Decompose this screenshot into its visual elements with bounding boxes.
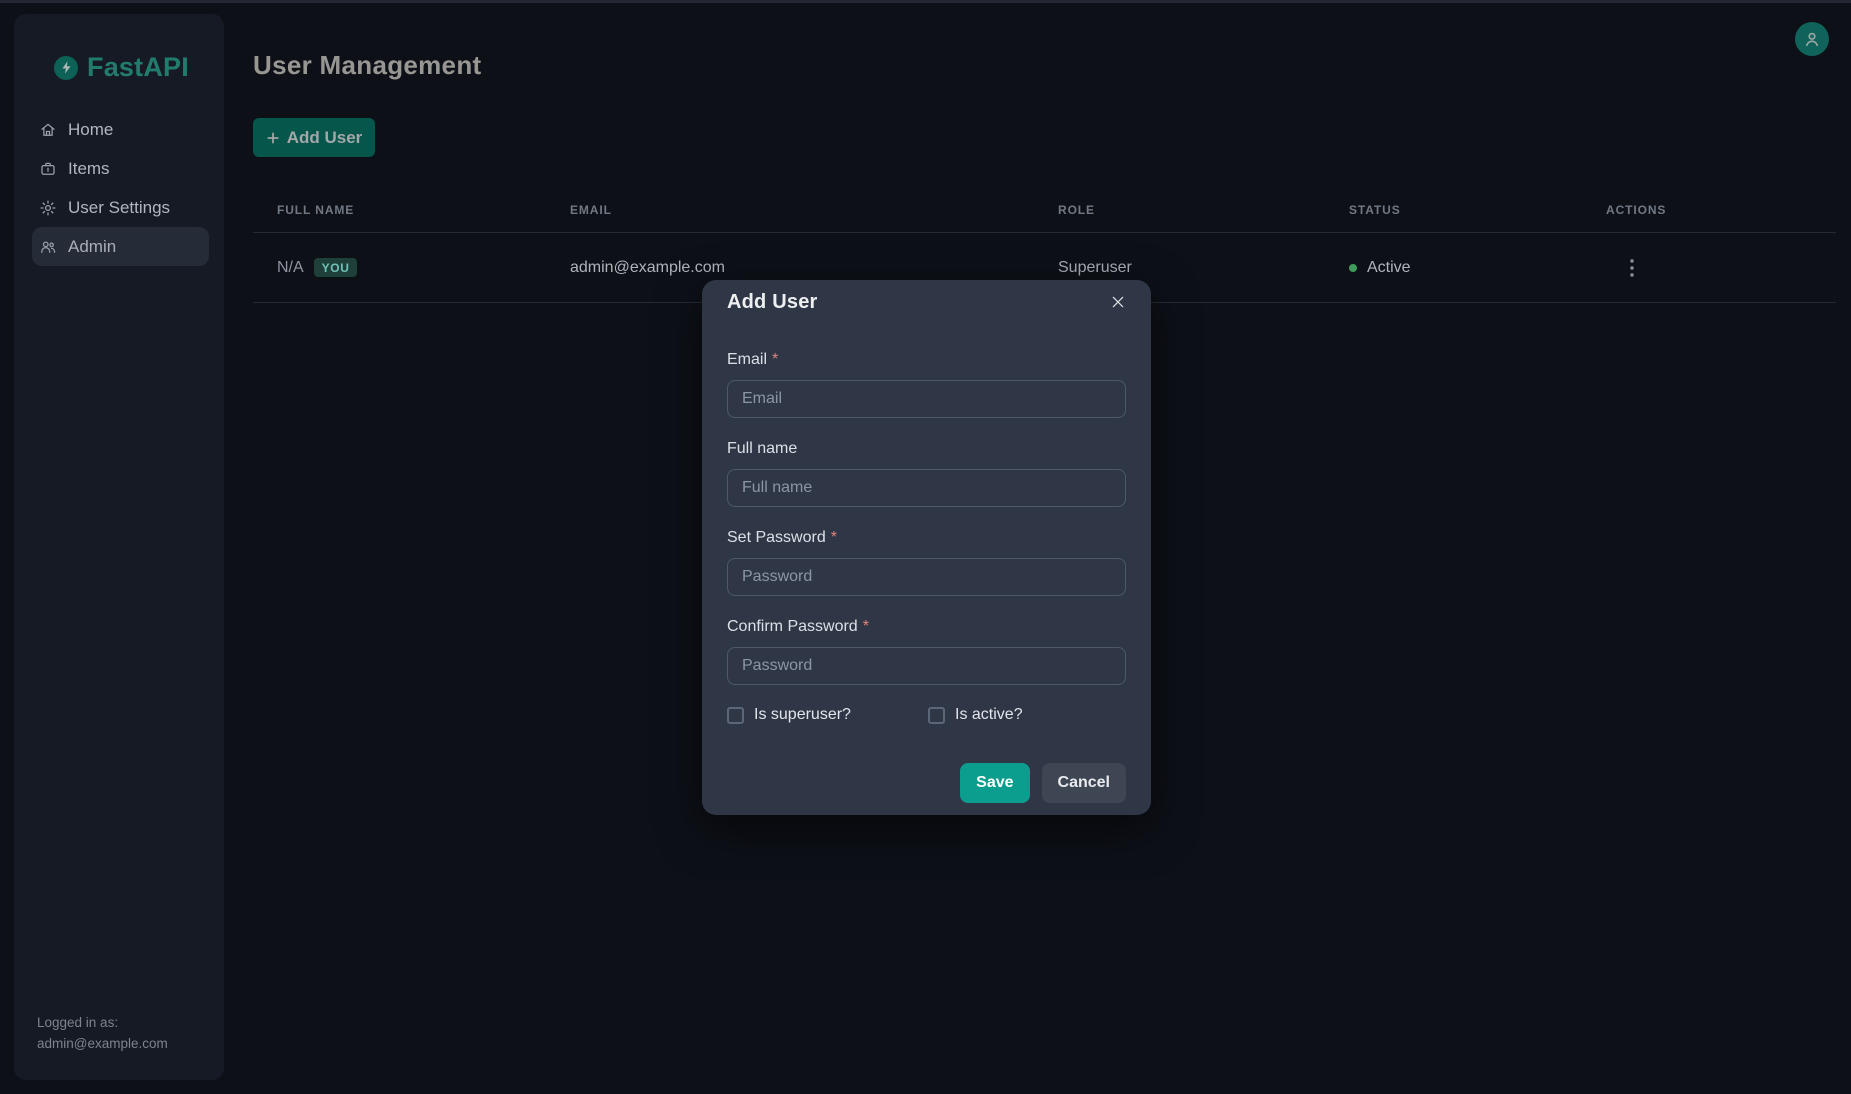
- email-field-group: Email *: [727, 350, 1126, 418]
- logged-in-info: Logged in as: admin@example.com: [37, 1012, 168, 1054]
- set-password-field-label: Set Password *: [727, 528, 1126, 548]
- add-user-button-label: Add User: [287, 128, 363, 148]
- column-header-actions: Actions: [1582, 203, 1836, 217]
- cell-full-name: N/A YOU: [253, 258, 546, 277]
- home-icon: [39, 121, 57, 139]
- page-title: User Management: [253, 50, 481, 81]
- lightning-bolt-icon: [54, 56, 78, 80]
- logged-in-email: admin@example.com: [37, 1033, 168, 1054]
- full-name-field[interactable]: [727, 469, 1126, 507]
- column-header-role: Role: [1034, 203, 1325, 217]
- sidebar-item-items[interactable]: Items: [32, 149, 209, 188]
- cell-role: Superuser: [1034, 259, 1325, 277]
- add-user-button[interactable]: Add User: [253, 118, 375, 157]
- is-superuser-checkbox[interactable]: Is superuser?: [727, 706, 928, 724]
- set-password-field-group: Set Password *: [727, 528, 1126, 596]
- required-marker: *: [831, 529, 837, 546]
- table-header-row: Full Name Email Role Status Actions: [253, 188, 1836, 233]
- add-user-modal: Add User Email * Full name Set Password * …: [702, 280, 1151, 815]
- sidebar-item-admin[interactable]: Admin: [32, 227, 209, 266]
- column-header-full-name: Full Name: [253, 203, 546, 217]
- modal-footer: Save Cancel: [727, 763, 1126, 803]
- sidebar-item-label: User Settings: [68, 198, 170, 218]
- row-actions-menu-button[interactable]: [1626, 255, 1638, 281]
- users-icon: [39, 238, 57, 256]
- sidebar-nav: Home Items User Settings: [14, 110, 224, 266]
- checkbox-icon: [928, 707, 945, 724]
- set-password-field[interactable]: [727, 558, 1126, 596]
- status-dot: [1349, 264, 1357, 272]
- person-icon: [1802, 29, 1822, 49]
- user-avatar-button[interactable]: [1795, 22, 1829, 56]
- field-label-text: Confirm Password: [727, 618, 858, 635]
- confirm-password-field[interactable]: [727, 647, 1126, 685]
- save-button[interactable]: Save: [960, 763, 1029, 803]
- modal-title: Add User: [727, 291, 818, 314]
- full-name-field-label: Full name: [727, 439, 1126, 459]
- plus-icon: [266, 131, 280, 145]
- column-header-status: Status: [1325, 203, 1582, 217]
- is-active-label: Is active?: [955, 706, 1023, 724]
- sidebar-item-user-settings[interactable]: User Settings: [32, 188, 209, 227]
- close-icon[interactable]: [1110, 293, 1128, 311]
- sidebar-item-home[interactable]: Home: [32, 110, 209, 149]
- window-top-border: [0, 0, 1851, 3]
- full-name-field-group: Full name: [727, 439, 1126, 507]
- add-user-form: Email * Full name Set Password * Confirm P…: [727, 350, 1126, 803]
- required-marker: *: [772, 351, 778, 368]
- gear-icon: [39, 199, 57, 217]
- email-field-label: Email *: [727, 350, 1126, 370]
- sidebar-item-label: Admin: [68, 237, 116, 257]
- cell-actions: [1582, 255, 1836, 281]
- you-badge: YOU: [314, 258, 358, 277]
- checkbox-row: Is superuser? Is active?: [727, 706, 1126, 724]
- is-superuser-label: Is superuser?: [754, 706, 851, 724]
- field-label-text: Email: [727, 351, 767, 368]
- brand-logo[interactable]: FastAPI: [54, 52, 224, 83]
- is-active-checkbox[interactable]: Is active?: [928, 706, 1023, 724]
- column-header-email: Email: [546, 203, 1034, 217]
- field-label-text: Set Password: [727, 529, 826, 546]
- brand-name: FastAPI: [87, 52, 189, 83]
- status-value: Active: [1367, 259, 1411, 277]
- full-name-value: N/A: [277, 259, 304, 277]
- cell-email: admin@example.com: [546, 259, 1034, 277]
- logged-in-label: Logged in as:: [37, 1012, 168, 1033]
- required-marker: *: [863, 618, 869, 635]
- ellipsis-vertical-icon: [1630, 259, 1634, 277]
- confirm-password-field-label: Confirm Password *: [727, 617, 1126, 637]
- checkbox-icon: [727, 707, 744, 724]
- sidebar-item-label: Items: [68, 159, 110, 179]
- briefcase-icon: [39, 160, 57, 178]
- sidebar-item-label: Home: [68, 120, 113, 140]
- sidebar: FastAPI Home Items: [14, 14, 224, 1080]
- email-value: admin@example.com: [570, 259, 725, 277]
- confirm-password-field-group: Confirm Password *: [727, 617, 1126, 685]
- field-label-text: Full name: [727, 440, 797, 457]
- role-value: Superuser: [1058, 259, 1132, 277]
- cancel-button[interactable]: Cancel: [1042, 763, 1126, 803]
- cell-status: Active: [1325, 259, 1582, 277]
- email-field[interactable]: [727, 380, 1126, 418]
